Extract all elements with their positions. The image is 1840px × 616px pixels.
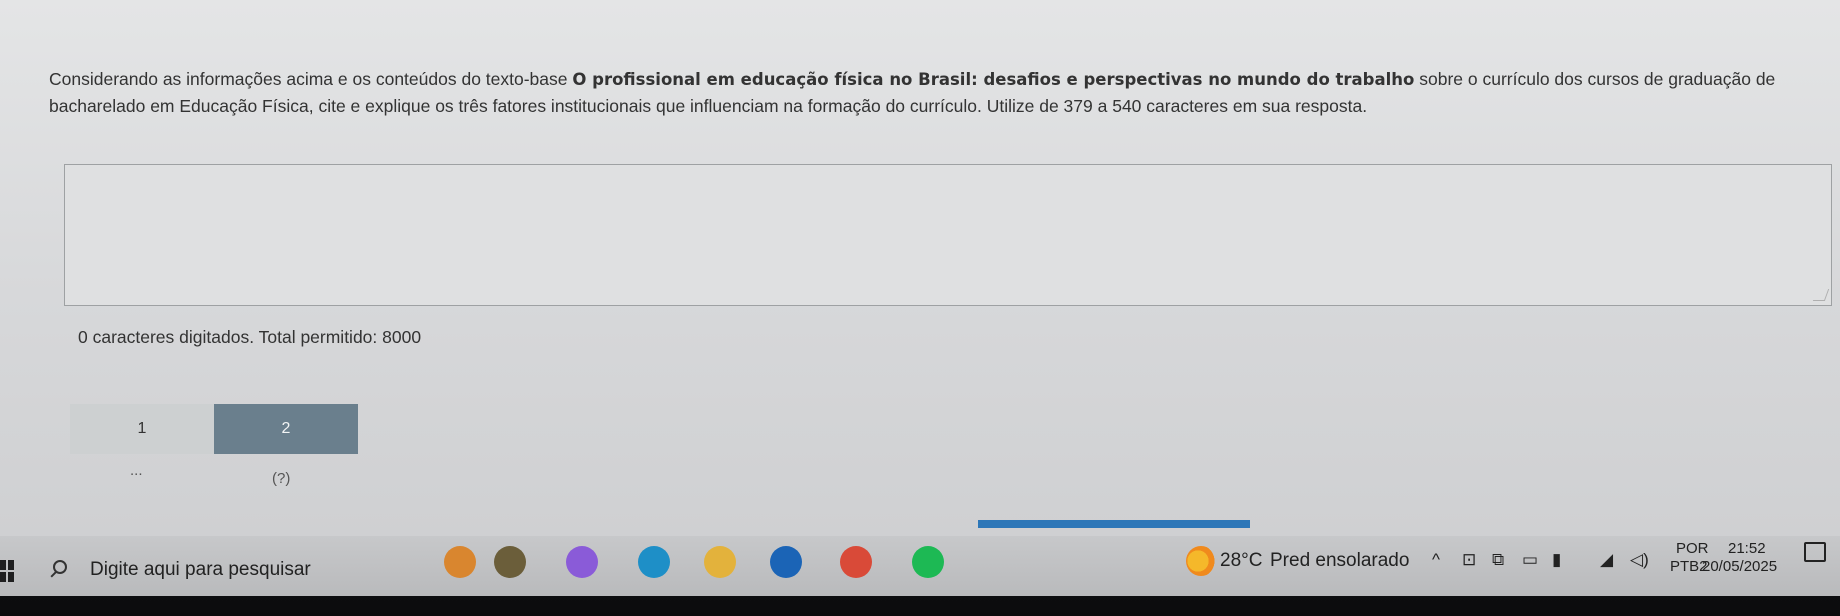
screen-capture-icon[interactable]: ⧉	[1492, 550, 1504, 570]
microphone-icon[interactable]: ▮	[1552, 550, 1561, 570]
chrome-icon[interactable]	[840, 546, 872, 578]
taskbar-search[interactable]: Digite aqui para pesquisar	[30, 550, 440, 590]
question-part-1: Considerando as informações acima e os c…	[49, 69, 573, 89]
character-counter: 0 caracteres digitados. Total permitido:…	[78, 327, 422, 347]
page-button-1[interactable]: 1	[70, 404, 214, 454]
clock-time[interactable]: 21:52	[1728, 540, 1766, 557]
edge-icon[interactable]	[638, 546, 670, 578]
input-language[interactable]: POR	[1676, 540, 1709, 557]
notification-icon[interactable]	[1804, 542, 1826, 562]
speaker-icon[interactable]: ◁)	[1630, 550, 1649, 570]
flower-widget-icon[interactable]	[444, 546, 476, 578]
exam-page: Considerando as informações acima e os c…	[0, 0, 1840, 536]
question-source-title: O profissional em educação física no Bra…	[572, 70, 1415, 89]
windows-start-icon[interactable]	[0, 560, 14, 582]
weather-temperature[interactable]: 28°C	[1220, 550, 1262, 572]
weather-sun-icon[interactable]	[1186, 546, 1216, 576]
file-explorer-icon[interactable]	[704, 546, 736, 578]
camera-icon[interactable]: ⊡	[1462, 550, 1476, 570]
pager-more-button[interactable]: ...	[130, 462, 143, 479]
outlook-icon[interactable]	[770, 546, 802, 578]
pager-help-button[interactable]: (?)	[272, 470, 290, 487]
clock-date[interactable]: 20/05/2025	[1702, 558, 1777, 575]
battery-icon[interactable]: ▭	[1522, 550, 1538, 570]
search-icon	[48, 559, 70, 581]
weather-description[interactable]: Pred ensolarado	[1270, 550, 1409, 572]
windows-taskbar: Digite aqui para pesquisar 28°C Pred ens…	[0, 536, 1840, 616]
question-pager: 1 2	[70, 404, 358, 454]
progress-indicator	[978, 520, 1250, 528]
bee-app-icon[interactable]	[494, 546, 526, 578]
spotify-icon[interactable]	[912, 546, 944, 578]
search-placeholder: Digite aqui para pesquisar	[90, 559, 311, 580]
answer-textarea[interactable]	[64, 164, 1832, 306]
question-text: Considerando as informações acima e os c…	[49, 66, 1839, 119]
wifi-icon[interactable]: ◢	[1600, 550, 1613, 570]
copilot-icon[interactable]	[566, 546, 598, 578]
chevron-up-icon[interactable]: ^	[1432, 550, 1440, 570]
resize-grip-icon[interactable]	[1812, 289, 1830, 301]
page-button-2-current[interactable]: 2	[214, 404, 358, 454]
